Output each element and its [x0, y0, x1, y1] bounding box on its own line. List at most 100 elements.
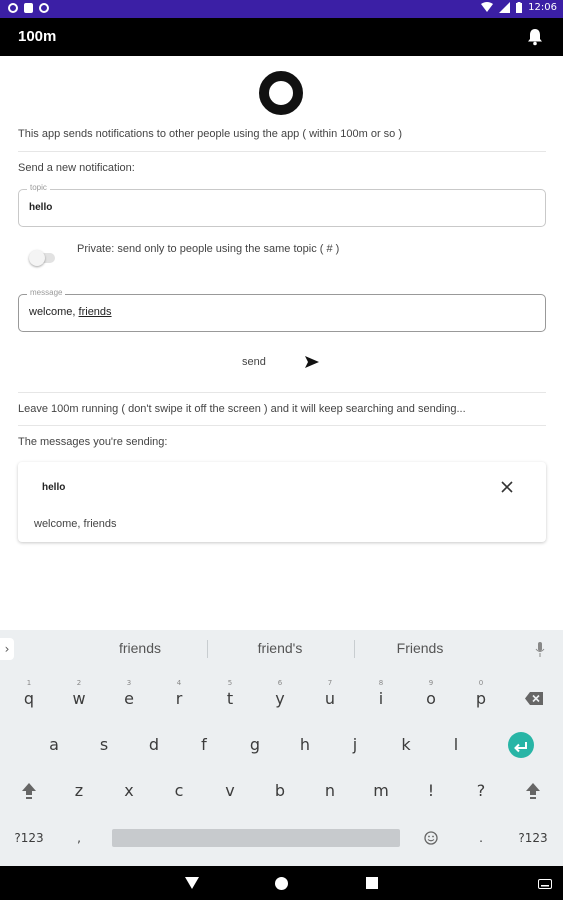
close-icon[interactable] [500, 480, 514, 494]
shift-icon [22, 783, 36, 799]
topic-legend: topic [27, 183, 50, 192]
key-char: t [226, 689, 234, 708]
key-char: y [275, 689, 285, 708]
key-j[interactable]: j [331, 722, 379, 768]
back-icon[interactable] [185, 877, 199, 889]
key-question[interactable]: ? [457, 768, 505, 814]
private-label: Private: send only to people using the s… [77, 243, 340, 255]
status-bar: 12:06 [0, 0, 563, 18]
key-p[interactable]: 0p [457, 676, 505, 722]
key-char: u [324, 689, 336, 708]
key-char: r [175, 689, 183, 708]
enter-key[interactable] [496, 722, 544, 768]
app-logo [259, 71, 303, 115]
private-toggle[interactable] [29, 250, 55, 266]
key-v[interactable]: v [206, 768, 254, 814]
home-icon[interactable] [275, 877, 288, 890]
backspace-key[interactable] [509, 676, 557, 722]
divider [18, 151, 546, 152]
key-f[interactable]: f [180, 722, 228, 768]
key-exclamation[interactable]: ! [407, 768, 455, 814]
key-o[interactable]: 9o [407, 676, 455, 722]
intro-text: This app sends notifications to other pe… [18, 128, 403, 140]
message-input[interactable]: welcome, friends [29, 306, 112, 318]
status-right-icons: 12:06 [481, 2, 557, 13]
sim-card-icon [24, 3, 33, 13]
key-b[interactable]: b [256, 768, 304, 814]
comma-key[interactable]: , [55, 815, 103, 861]
sending-message-card: hello welcome, friends [18, 462, 546, 542]
suggestion-separator [207, 640, 208, 658]
key-h[interactable]: h [281, 722, 329, 768]
shift-key-right[interactable] [509, 768, 557, 814]
battery-icon [516, 2, 523, 13]
key-a[interactable]: a [30, 722, 78, 768]
suggestion-strip: › friends friend's Friends [0, 630, 563, 668]
message-field[interactable]: message welcome, friends [18, 288, 546, 332]
symbols-key-right[interactable]: ?123 [509, 815, 557, 861]
toggle-knob[interactable] [29, 250, 45, 266]
key-char: p [475, 689, 487, 708]
suggestion-2[interactable]: friend's [210, 640, 350, 656]
suggestion-1[interactable]: friends [70, 640, 210, 656]
backspace-icon [525, 692, 543, 705]
key-char: q [23, 689, 35, 708]
message-underlined-word: friends [78, 306, 112, 318]
key-char: w [72, 689, 86, 708]
key-u[interactable]: 7u [306, 676, 354, 722]
key-char: e [124, 689, 134, 708]
key-y[interactable]: 6y [256, 676, 304, 722]
card-message: welcome, friends [34, 518, 117, 530]
topic-input[interactable]: hello [29, 202, 52, 213]
divider [18, 425, 546, 426]
keyboard-switch-icon[interactable] [538, 879, 552, 889]
period-key[interactable]: . [457, 815, 505, 861]
new-notification-label: Send a new notification: [18, 162, 135, 174]
key-m[interactable]: m [357, 768, 405, 814]
divider [18, 392, 546, 393]
key-r[interactable]: 4r [155, 676, 203, 722]
symbols-key[interactable]: ?123 [5, 815, 53, 861]
enter-arrow-icon [514, 742, 527, 753]
send-arrow-icon[interactable] [304, 355, 320, 369]
key-t[interactable]: 5t [206, 676, 254, 722]
key-d[interactable]: d [130, 722, 178, 768]
key-char: o [426, 689, 436, 708]
signal-icon [499, 2, 511, 13]
shift-icon [526, 783, 540, 799]
app-root: 12:06 100m This app sends notifications … [0, 0, 563, 900]
card-topic: hello [42, 482, 66, 493]
key-g[interactable]: g [231, 722, 279, 768]
keep-running-note: Leave 100m running ( don't swipe it off … [18, 403, 466, 415]
space-bar[interactable] [112, 829, 400, 847]
key-w[interactable]: 2w [55, 676, 103, 722]
topic-field[interactable]: topic hello [18, 183, 546, 227]
key-k[interactable]: k [382, 722, 430, 768]
key-x[interactable]: x [105, 768, 153, 814]
app-bar: 100m [0, 18, 563, 56]
microphone-icon[interactable] [535, 642, 545, 657]
key-e[interactable]: 3e [105, 676, 153, 722]
key-i[interactable]: 8i [357, 676, 405, 722]
emoji-icon [424, 831, 438, 845]
message-text: welcome, [29, 306, 79, 318]
status-left-icons [8, 3, 49, 13]
key-q[interactable]: 1q [5, 676, 53, 722]
key-c[interactable]: c [155, 768, 203, 814]
shift-key[interactable] [5, 768, 53, 814]
message-legend: message [27, 288, 66, 297]
recents-icon[interactable] [366, 877, 378, 889]
app-title: 100m [18, 28, 57, 45]
send-button[interactable]: send [242, 356, 266, 368]
key-s[interactable]: s [80, 722, 128, 768]
suggestion-expand-icon[interactable]: › [0, 638, 14, 660]
key-z[interactable]: z [55, 768, 103, 814]
key-l[interactable]: l [432, 722, 480, 768]
wifi-icon [481, 2, 494, 12]
enter-icon [508, 732, 534, 758]
key-n[interactable]: n [306, 768, 354, 814]
key-char: i [378, 689, 384, 708]
emoji-key[interactable] [407, 815, 455, 861]
suggestion-3[interactable]: Friends [350, 640, 490, 656]
notification-bell-icon[interactable] [527, 28, 543, 46]
